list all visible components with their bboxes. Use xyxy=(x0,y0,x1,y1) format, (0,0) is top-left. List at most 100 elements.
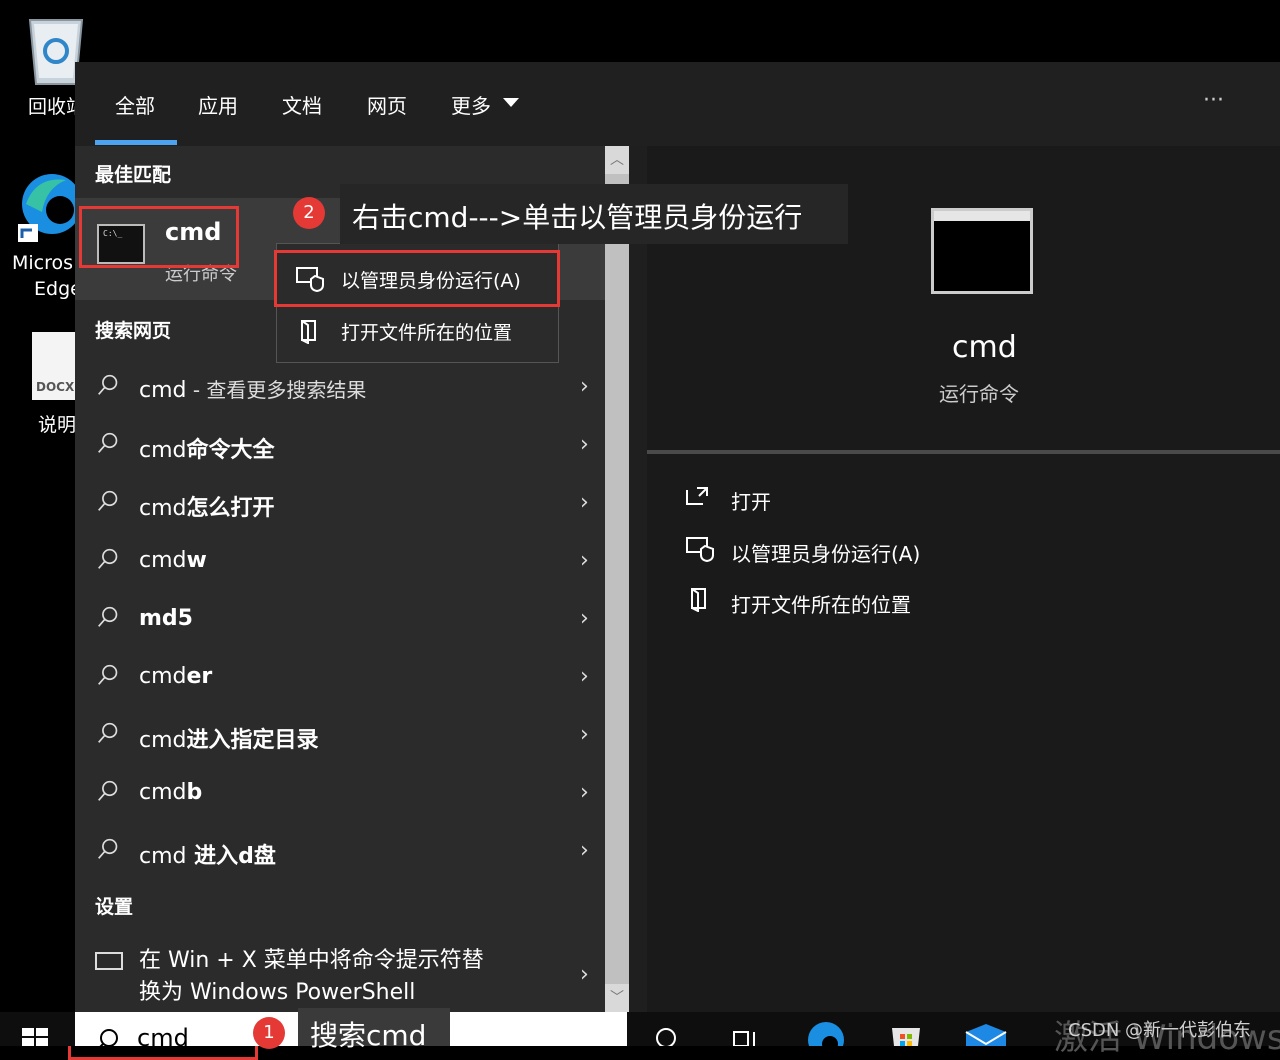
more-options-button[interactable]: ··· xyxy=(1203,88,1224,113)
web-result-text: cmder xyxy=(139,664,212,689)
chevron-right-icon: › xyxy=(580,962,589,987)
highlight-run-as-admin xyxy=(274,250,560,307)
chevron-right-icon: › xyxy=(580,664,589,689)
web-result-prefix: cmd xyxy=(139,438,187,463)
search-icon xyxy=(98,490,118,511)
task-view-icon[interactable] xyxy=(732,1028,760,1046)
web-result-prefix: cmd xyxy=(139,548,187,573)
results-scrollbar[interactable]: ︿ ﹀ xyxy=(605,146,629,1012)
web-result-suffix: b xyxy=(186,780,203,805)
document-icon[interactable]: DOCX xyxy=(32,332,76,400)
web-result-suffix: 进入d盘 xyxy=(186,844,276,869)
ctx-open-location[interactable]: 打开文件所在的位置 xyxy=(277,304,558,358)
web-result-suffix: 进入指定目录 xyxy=(186,728,319,753)
web-result-text: cmd进入指定目录 xyxy=(139,722,319,754)
web-result-item[interactable]: cmder › xyxy=(75,650,605,708)
web-result-prefix: cmd xyxy=(139,664,187,689)
csdn-watermark: CSDN @新一代彭伯东 xyxy=(1068,1020,1252,1041)
step1-badge: 1 xyxy=(253,1017,285,1049)
section-search-web: 搜索网页 xyxy=(95,320,172,342)
search-icon xyxy=(98,722,118,743)
chevron-right-icon: › xyxy=(580,722,589,747)
monitor-icon xyxy=(95,952,123,970)
search-icon xyxy=(99,1029,118,1046)
web-result-item[interactable]: md5 › xyxy=(75,592,605,650)
web-result-item[interactable]: cmd命令大全 › xyxy=(75,418,605,476)
tab-all[interactable]: 全部 xyxy=(115,90,155,119)
docx-badge: DOCX xyxy=(36,380,75,394)
web-result-item[interactable]: cmd - 查看更多搜索结果 › xyxy=(75,360,605,418)
edge-taskbar-icon[interactable] xyxy=(806,1020,846,1046)
step2-text: 右击cmd--->单击以管理员身份运行 xyxy=(352,201,803,234)
tab-more[interactable]: 更多 xyxy=(451,90,491,119)
task-search-icon[interactable] xyxy=(654,1026,680,1046)
scroll-down-icon[interactable]: ﹀ xyxy=(605,984,629,1012)
web-result-prefix: cmd xyxy=(139,496,187,521)
folder-location-icon xyxy=(301,320,316,344)
tab-documents[interactable]: 文档 xyxy=(282,90,322,119)
step2-callout: 右击cmd--->单击以管理员身份运行 xyxy=(340,184,848,244)
preview-action-open[interactable]: 打开 xyxy=(731,486,771,515)
web-result-suffix: - 查看更多搜索结果 xyxy=(186,378,367,402)
tab-apps[interactable]: 应用 xyxy=(198,90,238,119)
web-result-suffix: 命令大全 xyxy=(186,438,275,463)
preview-pane: cmd 运行命令 打开 以管理员身份运行(A) 打开文件所在的位置 xyxy=(647,146,1280,1012)
search-icon xyxy=(98,838,118,859)
search-icon xyxy=(98,664,118,685)
chevron-right-icon: › xyxy=(580,838,589,863)
web-result-suffix: md5 xyxy=(139,606,193,631)
chevron-right-icon: › xyxy=(580,606,589,631)
settings-item[interactable]: 在 Win + X 菜单中将命令提示符替 换为 Windows PowerShe… xyxy=(75,936,605,1012)
open-icon xyxy=(686,487,708,505)
web-result-text: cmd - 查看更多搜索结果 xyxy=(139,374,366,403)
cmd-preview-icon xyxy=(931,208,1033,294)
search-icon xyxy=(98,374,118,395)
chevron-right-icon: › xyxy=(580,548,589,573)
ctx-open-location-label: 打开文件所在的位置 xyxy=(341,322,513,344)
web-result-prefix: cmd xyxy=(139,728,187,753)
web-result-prefix: cmd xyxy=(139,780,187,805)
step1-text: 搜索cmd xyxy=(310,1019,427,1052)
settings-item-line1: 在 Win + X 菜单中将命令提示符替 xyxy=(139,948,484,973)
web-result-suffix: er xyxy=(186,664,213,689)
web-result-item[interactable]: cmdb › xyxy=(75,766,605,824)
search-input[interactable]: cmd xyxy=(137,1024,189,1052)
web-result-text: cmd 进入d盘 xyxy=(139,838,276,870)
web-result-item[interactable]: cmd进入指定目录 › xyxy=(75,708,605,766)
mail-icon[interactable] xyxy=(964,1022,1008,1046)
web-result-text: md5 xyxy=(139,606,193,631)
more-dropdown-icon[interactable] xyxy=(503,98,519,107)
web-result-prefix: cmd xyxy=(139,844,187,869)
web-result-text: cmd命令大全 xyxy=(139,432,275,464)
shield-run-icon xyxy=(686,537,714,562)
web-result-item[interactable]: cmd 进入d盘 › xyxy=(75,824,605,882)
settings-item-line2: 换为 Windows PowerShell xyxy=(139,980,416,1005)
windows-start-icon[interactable] xyxy=(22,1028,50,1046)
chevron-right-icon: › xyxy=(580,780,589,805)
web-result-item[interactable]: cmdw › xyxy=(75,534,605,592)
web-result-text: cmdw xyxy=(139,548,207,573)
document-label: 说明 xyxy=(38,414,77,436)
search-icon xyxy=(98,548,118,569)
search-icon xyxy=(98,432,118,453)
web-result-suffix: 怎么打开 xyxy=(186,496,275,521)
web-result-suffix: w xyxy=(186,548,207,573)
web-result-text: cmdb xyxy=(139,780,202,805)
step1-callout: 搜索cmd xyxy=(298,1008,450,1052)
tab-web[interactable]: 网页 xyxy=(367,90,407,119)
store-icon[interactable] xyxy=(886,1018,926,1046)
edge-label-1: Micros xyxy=(12,252,74,274)
preview-action-run-admin[interactable]: 以管理员身份运行(A) xyxy=(731,538,920,567)
search-icon xyxy=(98,606,118,627)
edge-icon[interactable] xyxy=(16,166,82,242)
scroll-up-icon[interactable]: ︿ xyxy=(605,146,629,174)
preview-subtitle: 运行命令 xyxy=(939,382,1019,406)
chevron-right-icon: › xyxy=(580,432,589,457)
folder-location-icon xyxy=(691,588,706,612)
step2-badge: 2 xyxy=(293,197,325,229)
preview-title: cmd xyxy=(952,330,1017,365)
web-result-text: cmd怎么打开 xyxy=(139,490,275,522)
highlight-best-match xyxy=(79,206,239,268)
web-result-item[interactable]: cmd怎么打开 › xyxy=(75,476,605,534)
preview-action-open-location[interactable]: 打开文件所在的位置 xyxy=(731,589,911,618)
